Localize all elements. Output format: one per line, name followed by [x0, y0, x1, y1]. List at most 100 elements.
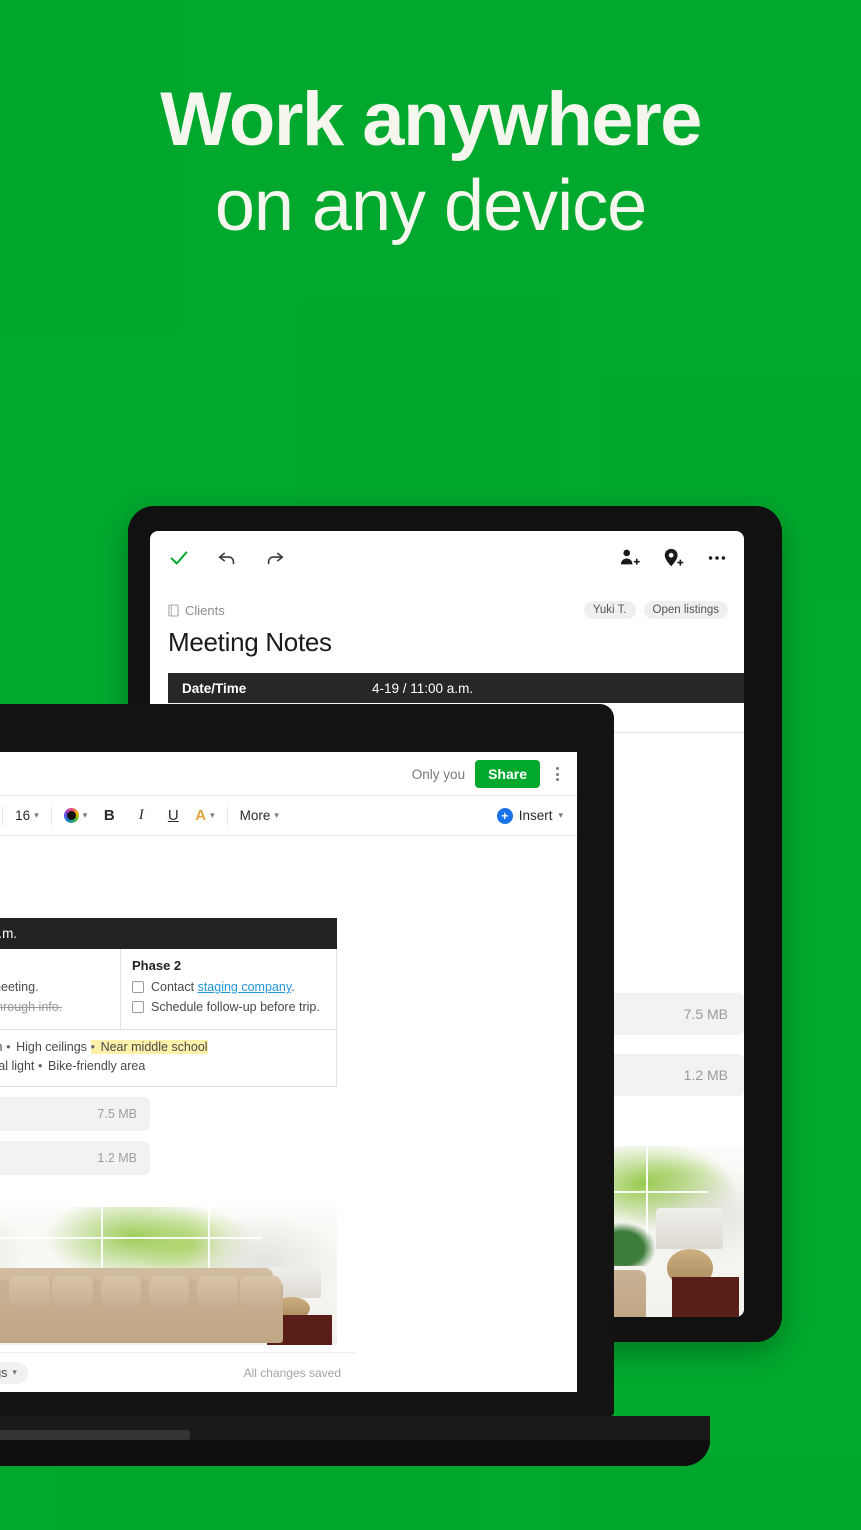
- tablet-doc-title: Meeting Notes: [168, 627, 332, 657]
- tablet-datetime-value: 4-19 / 11:00 a.m.: [372, 680, 474, 696]
- more-formatting-button[interactable]: More ▾: [240, 808, 279, 823]
- attachment-audio[interactable]: meeting-recording.wav 7.5 MB: [0, 1097, 150, 1131]
- list-item: Island kitchen: [0, 1040, 2, 1054]
- phase1-cell: Phase 1 Schedule meeting. Send walkthrou…: [0, 948, 121, 1030]
- chevron-down-icon: ▾: [12, 1367, 17, 1377]
- task-label: Contact staging company.: [151, 980, 295, 994]
- highlight-color-button[interactable]: A ▾: [195, 807, 214, 824]
- tablet-chip-user[interactable]: Yuki T.: [583, 601, 636, 619]
- bold-button[interactable]: B: [99, 807, 119, 824]
- font-size-select[interactable]: 16 ▾: [15, 808, 39, 823]
- attachment-size: 7.5 MB: [97, 1107, 137, 1121]
- checkbox-unchecked-icon[interactable]: [132, 1001, 144, 1013]
- underline-button[interactable]: U: [163, 807, 183, 824]
- list-item: Near middle school: [90, 1040, 208, 1054]
- chevron-down-icon: ▾: [558, 810, 563, 820]
- divider: [226, 806, 228, 825]
- laptop-base-highlight: [0, 1430, 190, 1440]
- list-item[interactable]: Send walkthrough info.: [0, 1000, 109, 1014]
- bg-texture: [0, 0, 180, 330]
- more-formatting-label: More: [239, 808, 271, 823]
- redo-icon[interactable]: [264, 547, 286, 569]
- pref-text: Bike-friendly area: [48, 1059, 146, 1073]
- staging-company-link[interactable]: staging company: [198, 980, 292, 994]
- tablet-file-size: 1.2 MB: [683, 1067, 728, 1083]
- more-icon[interactable]: [706, 547, 728, 569]
- visibility-label: Only you: [411, 766, 466, 782]
- phase2-title: Phase 2: [132, 958, 182, 973]
- more-options-icon[interactable]: [550, 763, 565, 785]
- text-color-letter: A: [195, 807, 207, 824]
- meeting-notes-table: Date/Time 4-19 / 11:00 a.m. Action Items…: [0, 918, 337, 1087]
- client-preferences-cell: Island kitchen High ceilings Near middle…: [0, 1029, 337, 1087]
- add-person-icon[interactable]: [618, 547, 640, 569]
- document-icon: [168, 604, 179, 617]
- table-row: Date/Time 4-19 / 11:00 a.m.: [0, 918, 337, 949]
- task-prefix: Contact: [151, 980, 198, 994]
- laptop-screen: Clients Only you Share Medium header ▾ S…: [0, 752, 577, 1392]
- color-wheel-icon: [63, 808, 79, 823]
- list-item: Tons of natural light: [0, 1059, 34, 1073]
- list-item: High ceilings: [6, 1040, 87, 1054]
- attachment-pdf[interactable]: All Listings.pdf 1.2 MB: [0, 1141, 150, 1175]
- table-row: Date/Time 4-19 / 11:00 a.m.: [168, 673, 744, 703]
- undo-icon[interactable]: [216, 547, 238, 569]
- list-item[interactable]: Schedule meeting.: [0, 980, 109, 994]
- chevron-down-icon: ▾: [34, 810, 39, 820]
- italic-button[interactable]: I: [131, 807, 151, 824]
- save-status: All changes saved: [243, 1365, 341, 1380]
- pref-text: Island kitchen: [0, 1040, 2, 1054]
- page-title: Meeting Notes: [0, 862, 555, 898]
- task-label: Schedule meeting.: [0, 980, 39, 994]
- datetime-value: 4-19 / 11:00 a.m.: [0, 918, 337, 949]
- phase1-title: Phase 1: [0, 958, 109, 973]
- pref-text: High ceilings: [16, 1040, 87, 1054]
- laptop-document-body: Meeting Notes Date/Time 4-19 / 11:00 a.m…: [0, 836, 577, 1345]
- tablet-breadcrumb[interactable]: Clients: [168, 603, 225, 618]
- task-label: Schedule follow-up before trip.: [151, 1000, 320, 1014]
- statusbar-chip-folder-label: Open listings: [0, 1365, 8, 1380]
- chevron-down-icon: ▾: [210, 810, 215, 820]
- bg-texture: [300, 300, 560, 540]
- pref-text: Tons of natural light: [0, 1059, 35, 1073]
- text-color-picker[interactable]: ▾: [63, 808, 88, 823]
- list-item: Bike-friendly area: [38, 1059, 145, 1073]
- tablet-datetime-label: Date/Time: [182, 680, 247, 696]
- divider: [2, 806, 4, 825]
- list-item[interactable]: Schedule follow-up before trip.: [132, 1000, 325, 1014]
- client-preferences-list: Island kitchen High ceilings Near middle…: [0, 1039, 325, 1077]
- tablet-chip-folder[interactable]: Open listings: [643, 601, 728, 619]
- table-row: Client preferences Island kitchen High c…: [0, 1029, 337, 1087]
- chevron-down-icon: ▾: [274, 810, 279, 820]
- divider: [50, 806, 52, 825]
- tablet-chip-group: Yuki T. Open listings: [583, 601, 728, 619]
- font-size-value: 16: [15, 808, 31, 823]
- laptop-titlebar: Clients Only you Share: [0, 752, 577, 796]
- share-button[interactable]: Share: [475, 760, 540, 788]
- laptop-statusbar: Yuki T. ▾ Open listings ▾ All changes sa…: [0, 1352, 355, 1392]
- pref-text: Near middle school: [100, 1040, 208, 1054]
- checkbox-unchecked-icon[interactable]: [132, 981, 144, 993]
- bg-texture: [560, 1455, 860, 1530]
- laptop-formatting-toolbar: Medium header ▾ Sans Serif ▾ 16 ▾ ▾ B I …: [0, 796, 577, 836]
- list-item[interactable]: Contact staging company.: [132, 980, 325, 994]
- tablet-toolbar: [150, 531, 744, 593]
- task-label: Send walkthrough info.: [0, 1000, 63, 1014]
- attachment-size: 1.2 MB: [97, 1151, 137, 1165]
- promo-screenshot: Work anywhere on any device Clients Yuki…: [0, 0, 861, 1530]
- task-suffix: .: [291, 980, 295, 994]
- laptop-base-lip: [0, 1440, 710, 1466]
- chevron-down-icon: ▾: [82, 810, 88, 820]
- from-client-label: From client:: [0, 1187, 555, 1201]
- table-row: Action Items Phase 1 Schedule meeting. S…: [0, 948, 337, 1030]
- check-icon[interactable]: [168, 547, 190, 569]
- attachment-photo[interactable]: [0, 1207, 337, 1345]
- plus-icon: +: [496, 807, 513, 824]
- statusbar-chip-folder[interactable]: Open listings ▾: [0, 1361, 28, 1384]
- insert-button[interactable]: + Insert ▾: [496, 807, 563, 824]
- insert-label: Insert: [518, 808, 553, 823]
- phase2-cell: Phase 2 Contact staging company. Schedul…: [120, 948, 337, 1030]
- add-location-icon[interactable]: [662, 547, 684, 569]
- tablet-breadcrumb-label: Clients: [185, 603, 225, 618]
- tablet-file-size: 7.5 MB: [683, 1006, 728, 1022]
